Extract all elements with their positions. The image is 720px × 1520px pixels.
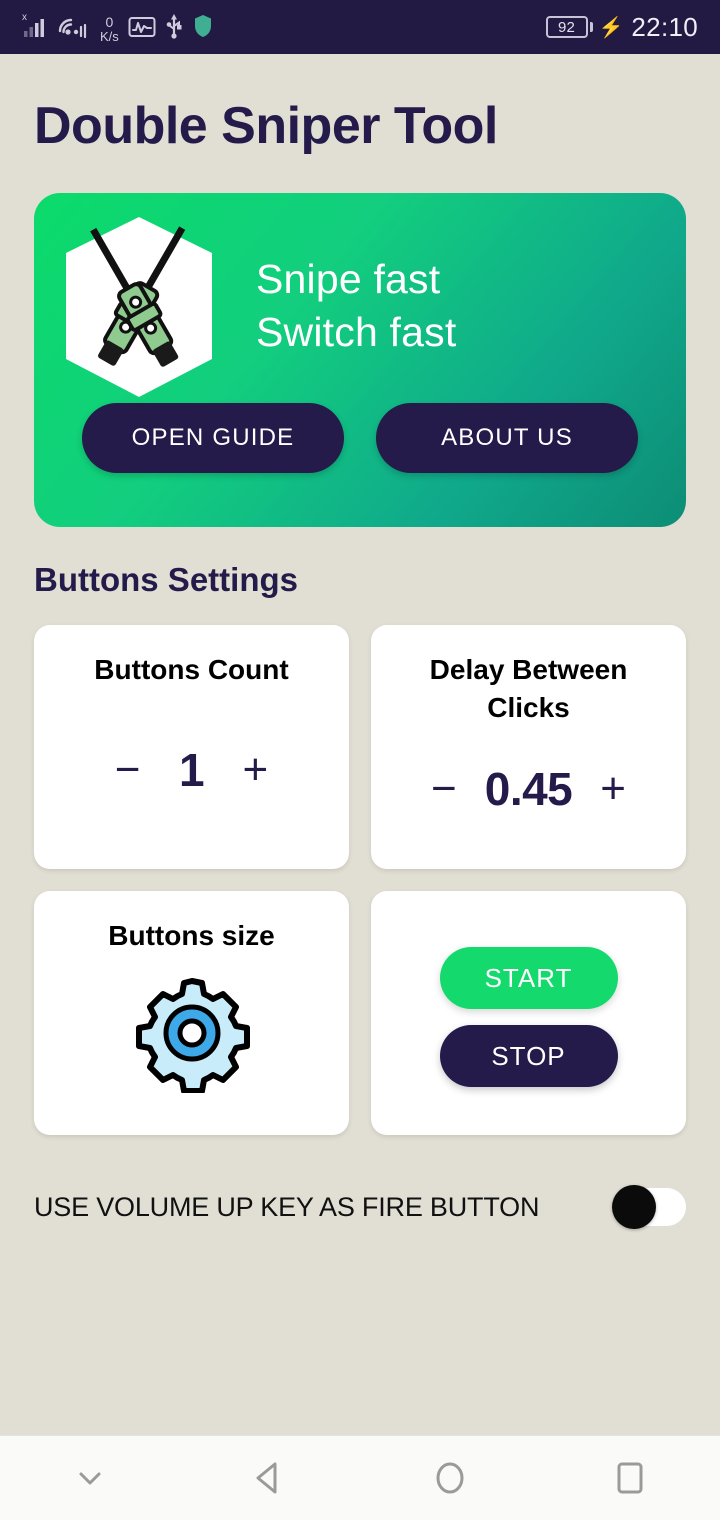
status-bar-clock: 22:10: [631, 11, 698, 42]
activity-graph-icon: [128, 15, 156, 44]
main-content: Double Sniper Tool Snipe fast Switch fas…: [0, 54, 720, 1435]
back-icon[interactable]: [180, 1436, 360, 1520]
gear-icon[interactable]: [132, 973, 252, 1098]
volume-key-toggle-row: USE VOLUME UP KEY AS FIRE BUTTON: [34, 1185, 686, 1229]
banner-actions: OPEN GUIDE ABOUT US: [34, 403, 686, 473]
hide-keyboard-icon[interactable]: [0, 1436, 180, 1520]
network-speed-indicator: 0 K/s: [100, 15, 119, 43]
recents-icon[interactable]: [540, 1436, 720, 1520]
buttons-count-decrement-button[interactable]: −: [109, 747, 147, 792]
status-bar-right-icons: 92 ⚡ 22:10: [545, 11, 698, 43]
volume-key-toggle-switch[interactable]: [612, 1185, 686, 1229]
buttons-count-value: 1: [178, 743, 205, 796]
delay-between-clicks-title: Delay Between Clicks: [429, 654, 628, 723]
buttons-count-title: Buttons Count: [94, 654, 289, 685]
promo-banner: Snipe fast Switch fast OPEN GUIDE ABOUT …: [34, 193, 686, 527]
delay-decrement-button[interactable]: −: [425, 766, 463, 811]
delay-value: 0.45: [484, 762, 573, 815]
charging-bolt-icon: ⚡: [598, 16, 624, 39]
banner-taglines: Snipe fast Switch fast: [256, 255, 457, 355]
status-bar: x 0 K/s 92 ⚡ 22:10: [0, 0, 720, 54]
delay-stepper: − 0.45 +: [385, 762, 672, 816]
toggle-knob: [612, 1185, 656, 1229]
crossed-sniper-rifles-logo: [56, 211, 222, 401]
battery-cap: [589, 22, 593, 32]
delay-increment-button[interactable]: +: [594, 766, 632, 811]
network-speed-value: 0: [105, 13, 114, 30]
volume-key-toggle-label: USE VOLUME UP KEY AS FIRE BUTTON: [34, 1191, 540, 1222]
buttons-count-increment-button[interactable]: +: [237, 747, 275, 792]
battery-icon: 92: [545, 16, 593, 38]
buttons-count-card: Buttons Count − 1 +: [34, 625, 349, 869]
buttons-count-stepper: − 1 +: [48, 743, 335, 797]
run-controls: START STOP: [385, 947, 672, 1087]
page-title: Double Sniper Tool: [34, 97, 498, 155]
banner-tagline-1: Snipe fast: [256, 255, 441, 302]
wifi-hotspot-icon: [57, 13, 91, 44]
battery-level: 92: [545, 16, 588, 38]
about-us-button[interactable]: ABOUT US: [376, 403, 638, 473]
stop-button[interactable]: STOP: [439, 1025, 618, 1087]
svg-text:x: x: [22, 12, 27, 23]
shield-icon: [192, 13, 214, 44]
open-guide-button[interactable]: OPEN GUIDE: [82, 403, 344, 473]
buttons-size-card[interactable]: Buttons size: [34, 891, 349, 1135]
status-bar-left-icons: x 0 K/s: [22, 11, 214, 44]
start-button[interactable]: START: [439, 947, 618, 1009]
section-title-buttons-settings: Buttons Settings: [34, 561, 298, 598]
signal-x-icon: x: [22, 11, 48, 44]
delay-between-clicks-card: Delay Between Clicks − 0.45 +: [371, 625, 686, 869]
android-nav-bar: [0, 1435, 720, 1520]
buttons-size-title: Buttons size: [108, 920, 275, 951]
usb-icon: [165, 13, 183, 44]
banner-top-row: Snipe fast Switch fast: [34, 193, 686, 403]
banner-tagline-2: Switch fast: [256, 309, 457, 355]
settings-grid: Buttons Count − 1 + Delay Between Clicks…: [34, 625, 686, 1135]
home-icon[interactable]: [360, 1436, 540, 1520]
network-speed-unit: K/s: [100, 28, 119, 44]
run-controls-card: START STOP: [371, 891, 686, 1135]
